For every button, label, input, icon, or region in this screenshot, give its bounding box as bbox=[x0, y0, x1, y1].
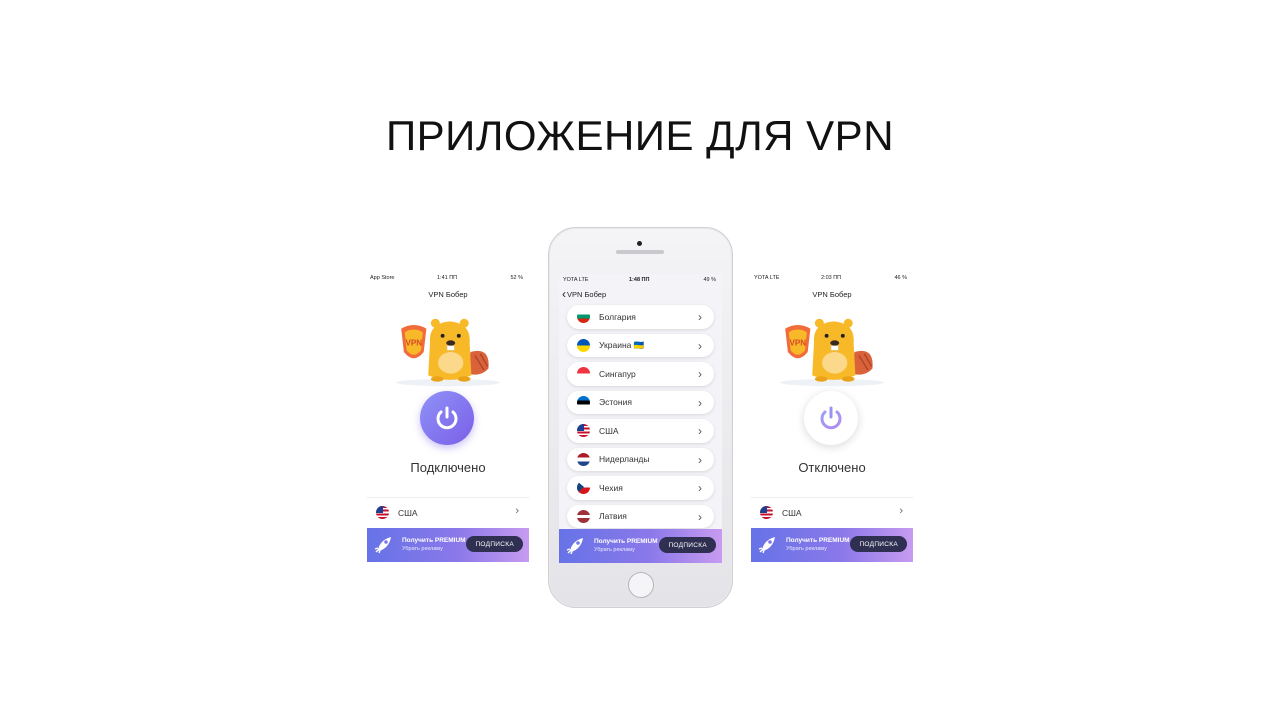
country-item-ee[interactable]: Эстония › bbox=[567, 390, 714, 414]
carrier: YOTA LTE bbox=[563, 277, 589, 283]
carrier: App Store bbox=[370, 275, 395, 281]
country-item-cz[interactable]: Чехия › bbox=[567, 476, 714, 500]
nl-flag-icon bbox=[577, 452, 590, 466]
country-selector[interactable]: США › bbox=[367, 497, 529, 527]
clock: 1:41 ПП bbox=[437, 275, 458, 281]
us-flag-icon bbox=[760, 506, 773, 519]
country-label: Украина 🇺🇦 bbox=[599, 339, 645, 350]
chevron-right-icon: › bbox=[698, 481, 702, 495]
chevron-right-icon: › bbox=[698, 367, 702, 381]
front-camera bbox=[637, 241, 642, 246]
rocket-icon bbox=[566, 538, 583, 555]
promo-title: Получить PREMIUM bbox=[594, 538, 658, 545]
home-button[interactable] bbox=[628, 572, 654, 598]
lv-flag-icon bbox=[577, 509, 590, 523]
chevron-right-icon: › bbox=[899, 505, 903, 517]
chevron-right-icon: › bbox=[698, 310, 702, 324]
slide-title: ПРИЛОЖЕНИЕ ДЛЯ VPN bbox=[385, 112, 895, 159]
chevron-right-icon: › bbox=[698, 424, 702, 438]
chevron-right-icon: › bbox=[698, 452, 702, 467]
back-button[interactable]: ‹ VPN Бобер bbox=[562, 287, 606, 301]
promo-title: Получить PREMIUM bbox=[786, 537, 850, 544]
battery-level: 49 % bbox=[703, 277, 716, 283]
premium-banner[interactable]: Получить PREMIUM Убрать рекламу ПОДПИСКА bbox=[559, 529, 722, 563]
back-label: VPN Бобер bbox=[567, 289, 607, 299]
status-bar: YOTA LTE 1:48 ПП 49 % bbox=[559, 274, 722, 286]
chevron-right-icon: › bbox=[515, 505, 519, 517]
promo-subtitle: Убрать рекламу bbox=[594, 547, 635, 553]
promo-subtitle: Убрать рекламу bbox=[786, 546, 827, 552]
clock: 1:48 ПП bbox=[629, 277, 650, 283]
country-label: Нидерланды bbox=[599, 454, 650, 465]
power-icon bbox=[820, 406, 842, 430]
country-label: Чехия bbox=[599, 482, 623, 493]
app-title: VPN Бобер bbox=[428, 290, 468, 299]
chevron-right-icon: › bbox=[698, 395, 702, 410]
country-item-us[interactable]: США › bbox=[567, 419, 714, 443]
us-flag-icon bbox=[376, 506, 389, 519]
country-label: Сингапур bbox=[599, 368, 636, 379]
power-button[interactable] bbox=[420, 391, 474, 445]
phone-frame: YOTA LTE 1:48 ПП 49 % ‹ VPN Бобер Болгар… bbox=[548, 227, 733, 608]
premium-banner[interactable]: Получить PREMIUM Убрать рекламу ПОДПИСКА bbox=[367, 528, 529, 562]
status-bar: App Store 1:41 ПП 52 % bbox=[367, 272, 529, 284]
country-item-bg[interactable]: Болгария › bbox=[567, 305, 714, 329]
subscribe-button[interactable]: ПОДПИСКА bbox=[659, 537, 716, 553]
premium-banner[interactable]: Получить PREMIUM Убрать рекламу ПОДПИСКА bbox=[751, 528, 913, 562]
clock: 2:03 ПП bbox=[821, 275, 842, 281]
power-button[interactable] bbox=[804, 391, 858, 445]
right-screen-disconnected: YOTA LTE 2:03 ПП 46 % VPN Бобер Отключен… bbox=[751, 272, 913, 562]
beaver-mascot-icon bbox=[381, 316, 515, 388]
battery-level: 52 % bbox=[510, 275, 523, 281]
country-item-ua[interactable]: Украина 🇺🇦 › bbox=[567, 333, 714, 357]
bg-flag-icon bbox=[577, 310, 590, 324]
subscribe-button[interactable]: ПОДПИСКА bbox=[466, 536, 523, 552]
rocket-icon bbox=[758, 537, 775, 554]
chevron-right-icon: › bbox=[698, 509, 702, 524]
app-title: VPN Бобер bbox=[812, 290, 852, 299]
speaker-grille bbox=[616, 250, 664, 254]
promo-subtitle: Убрать рекламу bbox=[402, 546, 443, 552]
country-item-nl[interactable]: Нидерланды › bbox=[567, 447, 714, 471]
country-label: Латвия bbox=[599, 511, 627, 522]
center-screen-country-list: YOTA LTE 1:48 ПП 49 % ‹ VPN Бобер Болгар… bbox=[559, 274, 722, 563]
slide: ПРИЛОЖЕНИЕ ДЛЯ VPN App Store 1:41 ПП 52 … bbox=[0, 0, 1280, 720]
promo-title: Получить PREMIUM bbox=[402, 537, 466, 544]
chevron-right-icon: › bbox=[698, 338, 702, 353]
country-selector[interactable]: США › bbox=[751, 497, 913, 527]
battery-level: 46 % bbox=[894, 275, 907, 281]
status-bar: YOTA LTE 2:03 ПП 46 % bbox=[751, 272, 913, 284]
country-item-lv[interactable]: Латвия › bbox=[567, 504, 714, 528]
country-label: США bbox=[782, 507, 802, 518]
left-screen-connected: App Store 1:41 ПП 52 % VPN Бобер Подключ… bbox=[367, 272, 529, 562]
country-label: Болгария bbox=[599, 311, 636, 322]
cz-flag-icon bbox=[577, 481, 590, 495]
ua-flag-icon bbox=[577, 338, 590, 352]
country-list: Болгария › Украина 🇺🇦 › Сингапур › Эстония › США… bbox=[567, 305, 714, 533]
us-flag-icon bbox=[577, 424, 590, 438]
rocket-icon bbox=[374, 537, 391, 554]
power-icon bbox=[436, 406, 458, 430]
chevron-left-icon: ‹ bbox=[562, 287, 566, 301]
ee-flag-icon bbox=[577, 395, 590, 409]
country-item-sg[interactable]: Сингапур › bbox=[567, 362, 714, 386]
country-label: Эстония bbox=[599, 397, 632, 408]
subscribe-button[interactable]: ПОДПИСКА bbox=[850, 536, 907, 552]
country-label: США bbox=[599, 425, 619, 436]
connection-status: Подключено bbox=[410, 460, 486, 475]
carrier: YOTA LTE bbox=[754, 275, 780, 281]
beaver-mascot-icon bbox=[765, 316, 899, 388]
country-label: США bbox=[398, 507, 418, 518]
connection-status: Отключено bbox=[798, 460, 866, 475]
sg-flag-icon bbox=[577, 367, 590, 381]
